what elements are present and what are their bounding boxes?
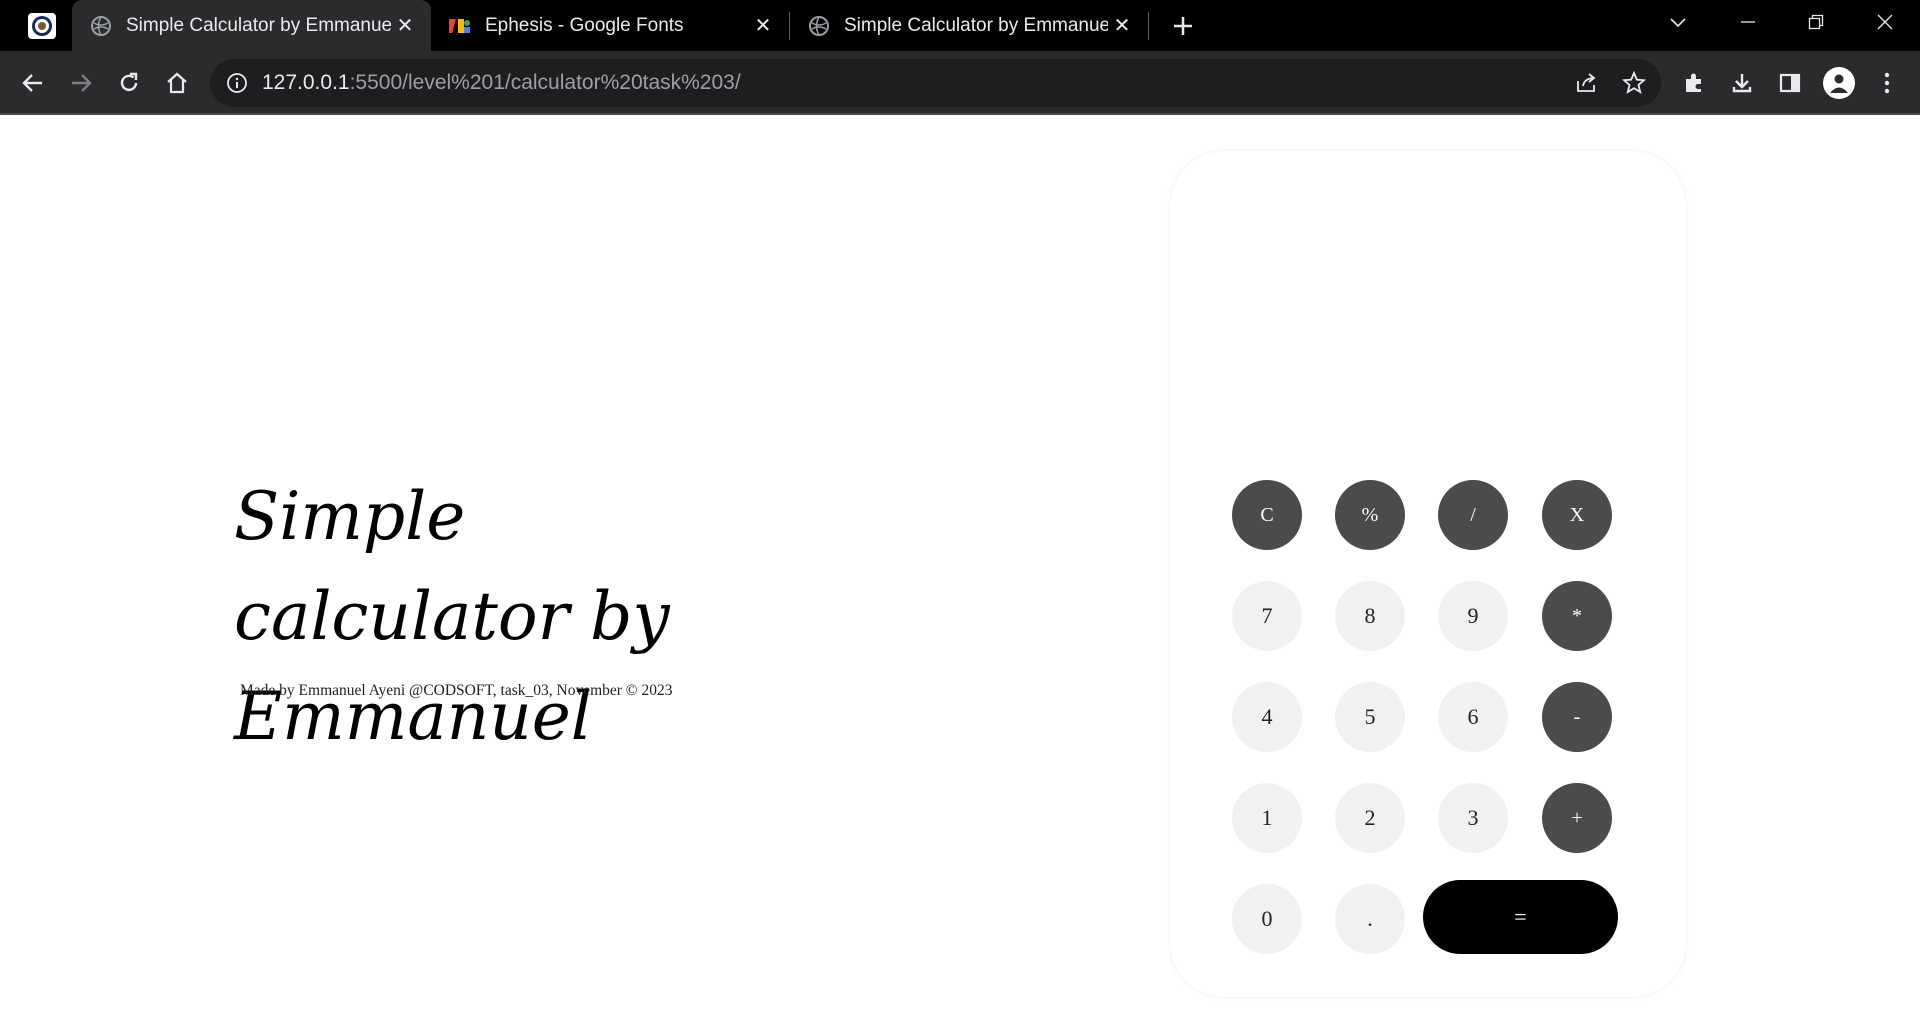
page-content: Simple calculator by Emmanuel Made by Em… (0, 117, 1920, 1020)
digit-4-button[interactable]: 4 (1232, 682, 1302, 752)
arrow-left-icon (22, 74, 42, 92)
calculator-display (1210, 191, 1646, 411)
close-tab-icon[interactable]: ✕ (749, 12, 777, 40)
puzzle-icon (1686, 73, 1701, 92)
info-icon[interactable] (224, 70, 250, 96)
minimize-button[interactable] (1718, 0, 1778, 44)
google-fonts-icon (449, 18, 470, 33)
restore-icon (1808, 14, 1824, 30)
multiply-button[interactable]: * (1542, 581, 1612, 651)
calculator: C % / X 7 8 9 * 4 5 6 - 1 2 3 + 0 . = (1170, 151, 1686, 997)
more-vert-icon (1884, 72, 1890, 94)
side-panel-button[interactable] (1771, 64, 1809, 102)
bookmark-star-icon[interactable] (1619, 68, 1649, 98)
digit-9-button[interactable]: 9 (1438, 581, 1508, 651)
digit-3-button[interactable]: 3 (1438, 783, 1508, 853)
minus-button[interactable]: - (1542, 682, 1612, 752)
close-window-button[interactable] (1855, 0, 1915, 44)
new-tab-button[interactable] (1166, 9, 1200, 43)
equals-button[interactable]: = (1423, 880, 1618, 954)
plus-button[interactable]: + (1542, 783, 1612, 853)
extensions-button[interactable] (1675, 64, 1713, 102)
menu-button[interactable] (1868, 64, 1906, 102)
digit-0-button[interactable]: 0 (1232, 884, 1302, 954)
forward-button[interactable] (62, 64, 100, 102)
share-icon[interactable] (1571, 68, 1601, 98)
home-icon (167, 72, 187, 94)
address-bar[interactable]: 127.0.0.1:5500/level%201/calculator%20ta… (210, 59, 1661, 107)
url-host: 127.0.0.1 (262, 71, 350, 94)
download-icon (1732, 74, 1752, 93)
tab-title: Simple Calculator by Emmanuel (126, 14, 391, 36)
tab-title: Ephesis - Google Fonts (485, 14, 684, 36)
back-button[interactable] (14, 64, 52, 102)
credit-text: Made by Emmanuel Ayeni @CODSOFT, task_03… (240, 682, 673, 699)
divide-button[interactable]: / (1438, 480, 1508, 550)
restore-button[interactable] (1786, 0, 1846, 44)
tab-search-button[interactable] (1648, 0, 1708, 44)
digit-6-button[interactable]: 6 (1438, 682, 1508, 752)
close-icon (1877, 14, 1893, 30)
digit-5-button[interactable]: 5 (1335, 682, 1405, 752)
times-button[interactable]: X (1542, 480, 1612, 550)
globe-icon (809, 15, 829, 36)
page-title: Simple calculator by Emmanuel (234, 478, 670, 755)
reload-button[interactable] (110, 64, 148, 102)
tab-google-fonts[interactable]: Ephesis - Google Fonts ✕ (431, 0, 789, 51)
tab-calculator-active[interactable]: Simple Calculator by Emmanuel ✕ (72, 0, 431, 51)
chevron-down-icon (1670, 18, 1686, 28)
clear-button[interactable]: C (1232, 480, 1302, 550)
globe-icon (91, 15, 111, 36)
side-panel-icon (1779, 73, 1801, 93)
digit-2-button[interactable]: 2 (1335, 783, 1405, 853)
digit-7-button[interactable]: 7 (1232, 581, 1302, 651)
plus-icon (1174, 17, 1192, 35)
reload-icon (120, 72, 138, 92)
browser-tab-strip: Simple Calculator by Emmanuel ✕ Ephesis … (0, 0, 1920, 51)
profile-avatar-icon[interactable] (1823, 67, 1855, 99)
digit-1-button[interactable]: 1 (1232, 783, 1302, 853)
url-path: :5500/level%201/calculator%20task%203/ (349, 71, 741, 94)
browser-toolbar: 127.0.0.1:5500/level%201/calculator%20ta… (0, 51, 1920, 115)
tab-title: Simple Calculator by Emmanuel (844, 14, 1108, 36)
url-text[interactable]: 127.0.0.1:5500/level%201/calculator%20ta… (262, 71, 741, 95)
seal-icon[interactable] (28, 13, 56, 39)
arrow-right-icon (72, 74, 92, 92)
tab-separator (1148, 12, 1149, 40)
minimize-icon (1741, 21, 1755, 23)
percent-button[interactable]: % (1335, 480, 1405, 550)
tab-calculator[interactable]: Simple Calculator by Emmanuel ✕ (790, 0, 1148, 51)
close-tab-icon[interactable]: ✕ (1108, 12, 1136, 40)
decimal-button[interactable]: . (1335, 884, 1405, 954)
digit-8-button[interactable]: 8 (1335, 581, 1405, 651)
downloads-button[interactable] (1723, 64, 1761, 102)
home-button[interactable] (158, 64, 196, 102)
close-tab-icon[interactable]: ✕ (391, 12, 419, 40)
